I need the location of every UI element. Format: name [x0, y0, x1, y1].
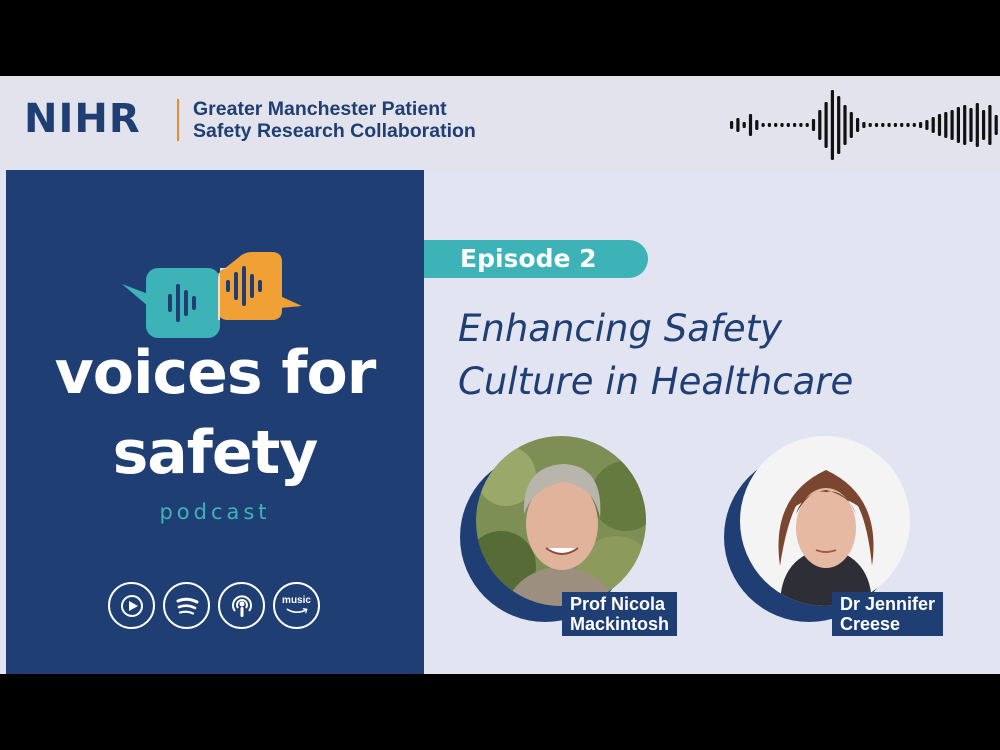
- spotify-link[interactable]: [163, 582, 210, 629]
- waveform-bar: [912, 123, 916, 127]
- waveform-bar: [950, 110, 954, 140]
- amazon-music-label: music: [282, 595, 311, 606]
- waveform-bar: [818, 110, 822, 140]
- waveform-bar: [849, 112, 853, 138]
- waveform-bar: [868, 123, 872, 127]
- waveform-bar: [856, 118, 860, 132]
- waveform-bar: [893, 123, 897, 127]
- waveform-bar: [805, 123, 809, 127]
- organisation-name: Greater Manchester Patient Safety Resear…: [193, 98, 476, 142]
- guest-name-line1: Dr Jennifer: [840, 594, 936, 614]
- guest-name-tag: Prof Nicola Mackintosh: [562, 592, 678, 636]
- apple-podcasts-icon: [231, 594, 252, 617]
- waveform-bar: [982, 110, 986, 140]
- episode-title-line1: Enhancing Safety: [458, 307, 783, 350]
- organisation-name-line1: Greater Manchester Patient: [193, 98, 447, 120]
- episode-title-line2: Culture in Healthcare: [458, 360, 854, 403]
- waveform-bar: [988, 105, 992, 145]
- waveform-bar: [824, 102, 828, 148]
- waveform-bar: [919, 122, 923, 128]
- waveform-bar: [730, 121, 734, 129]
- waveform-bar: [881, 123, 885, 127]
- waveform-bar: [956, 107, 960, 143]
- waveform-bar: [767, 123, 771, 127]
- waveform-bar: [862, 122, 866, 128]
- apple-podcasts-link[interactable]: [218, 582, 265, 629]
- waveform-bar: [755, 120, 759, 130]
- audio-waveform-icon: [730, 90, 998, 160]
- letterbox-bottom: [0, 674, 1000, 750]
- speech-bubbles-logo-icon: [122, 252, 302, 338]
- episode-title: Enhancing Safety Culture in Healthcare: [458, 302, 978, 408]
- waveform-bar: [963, 105, 967, 145]
- organisation-name-line2: Safety Research Collaboration: [193, 120, 476, 142]
- spotify-icon: [176, 597, 198, 615]
- waveform-bar: [830, 90, 834, 160]
- guest-name-tag: Dr Jennifer Creese: [832, 592, 944, 636]
- episode-label: Episode 2: [460, 244, 597, 273]
- play-link[interactable]: [108, 582, 155, 629]
- waveform-bar: [900, 123, 904, 127]
- waveform-bar: [925, 120, 929, 130]
- show-title-line1: voices for: [54, 338, 377, 408]
- show-subtitle: podcast: [159, 500, 271, 524]
- guest-name-line1: Prof Nicola: [570, 594, 666, 614]
- platform-links: music: [108, 582, 320, 630]
- waveform-bar: [837, 96, 841, 154]
- waveform-bar: [799, 123, 803, 127]
- waveform-bar: [975, 103, 979, 147]
- waveform-bar: [736, 118, 740, 132]
- waveform-bar: [761, 123, 765, 127]
- waveform-bar: [780, 123, 784, 127]
- guest-photo-nicola-mackintosh: [476, 436, 646, 606]
- waveform-bar: [786, 123, 790, 127]
- waveform-bar: [748, 114, 753, 136]
- nihr-logo: NIHR: [24, 96, 141, 142]
- waveform-bar: [843, 105, 847, 145]
- guest-photo-jennifer-creese: [740, 436, 910, 606]
- waveform-bar: [774, 123, 778, 127]
- logo-divider: [177, 99, 179, 141]
- waveform-bar: [944, 112, 948, 138]
- guest-name-line2: Creese: [840, 614, 901, 634]
- play-icon: [120, 594, 143, 617]
- waveform-bar: [874, 123, 879, 127]
- waveform-bar: [793, 123, 797, 127]
- amazon-music-icon: music: [282, 596, 311, 615]
- guest-name-line2: Mackintosh: [570, 614, 670, 634]
- waveform-bar: [994, 115, 998, 135]
- waveform-bar: [931, 117, 935, 133]
- waveform-bar: [742, 122, 746, 128]
- waveform-bar: [969, 108, 973, 142]
- waveform-bar: [937, 114, 942, 136]
- letterbox-top: [0, 0, 1000, 76]
- waveform-bar: [811, 119, 816, 131]
- waveform-bar: [906, 123, 910, 127]
- show-title-line2: safety: [112, 418, 319, 488]
- amazon-music-link[interactable]: music: [273, 582, 320, 629]
- waveform-bar: [887, 123, 891, 127]
